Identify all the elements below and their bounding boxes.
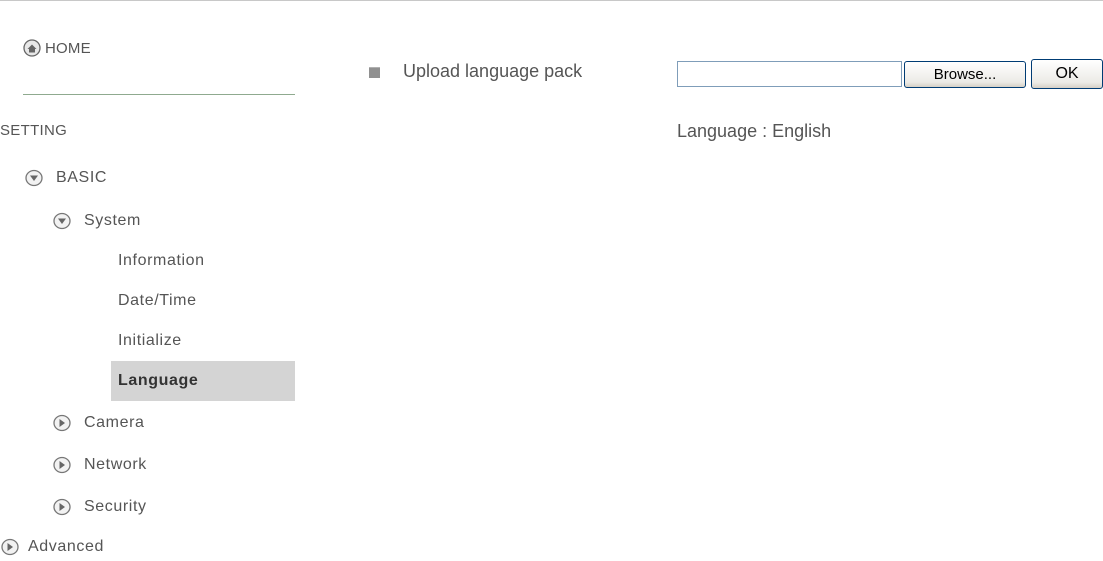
home-link[interactable]: HOME — [23, 37, 91, 59]
sidebar-item-security-label: Security — [84, 498, 147, 515]
chevron-down-icon — [24, 169, 44, 187]
square-bullet-icon — [369, 67, 380, 78]
ok-button[interactable]: OK — [1031, 59, 1103, 89]
chevron-down-icon — [52, 212, 72, 230]
sidebar-item-language[interactable]: Language — [118, 370, 198, 392]
sidebar-item-camera-label: Camera — [84, 414, 145, 431]
sidebar-item-information[interactable]: Information — [118, 250, 205, 272]
sidebar-item-initialize[interactable]: Initialize — [118, 330, 182, 352]
sidebar-item-system[interactable]: System — [52, 210, 141, 232]
chevron-right-icon — [52, 414, 72, 432]
sidebar: HOME SETTING BASIC System Information Da… — [0, 1, 295, 561]
sidebar-item-camera[interactable]: Camera — [52, 412, 145, 434]
sidebar-item-advanced[interactable]: Advanced — [0, 536, 104, 558]
sidebar-item-basic-label: BASIC — [56, 169, 108, 186]
chevron-right-icon — [0, 538, 20, 556]
upload-language-pack-label: Upload language pack — [403, 61, 583, 81]
home-icon — [23, 39, 41, 57]
browse-button[interactable]: Browse... — [904, 61, 1026, 88]
language-file-input[interactable] — [677, 61, 902, 87]
sidebar-item-system-label: System — [84, 212, 141, 229]
sidebar-item-network-label: Network — [84, 456, 147, 473]
chevron-right-icon — [52, 498, 72, 516]
sidebar-divider — [23, 94, 295, 95]
sidebar-item-basic[interactable]: BASIC — [24, 167, 107, 189]
chevron-right-icon — [52, 456, 72, 474]
sidebar-item-network[interactable]: Network — [52, 454, 147, 476]
home-label: HOME — [45, 39, 91, 57]
sidebar-item-datetime[interactable]: Date/Time — [118, 290, 197, 312]
setting-heading: SETTING — [0, 122, 68, 139]
sidebar-item-security[interactable]: Security — [52, 496, 147, 518]
current-language-status: Language : English — [677, 121, 832, 141]
sidebar-item-advanced-label: Advanced — [28, 538, 104, 555]
